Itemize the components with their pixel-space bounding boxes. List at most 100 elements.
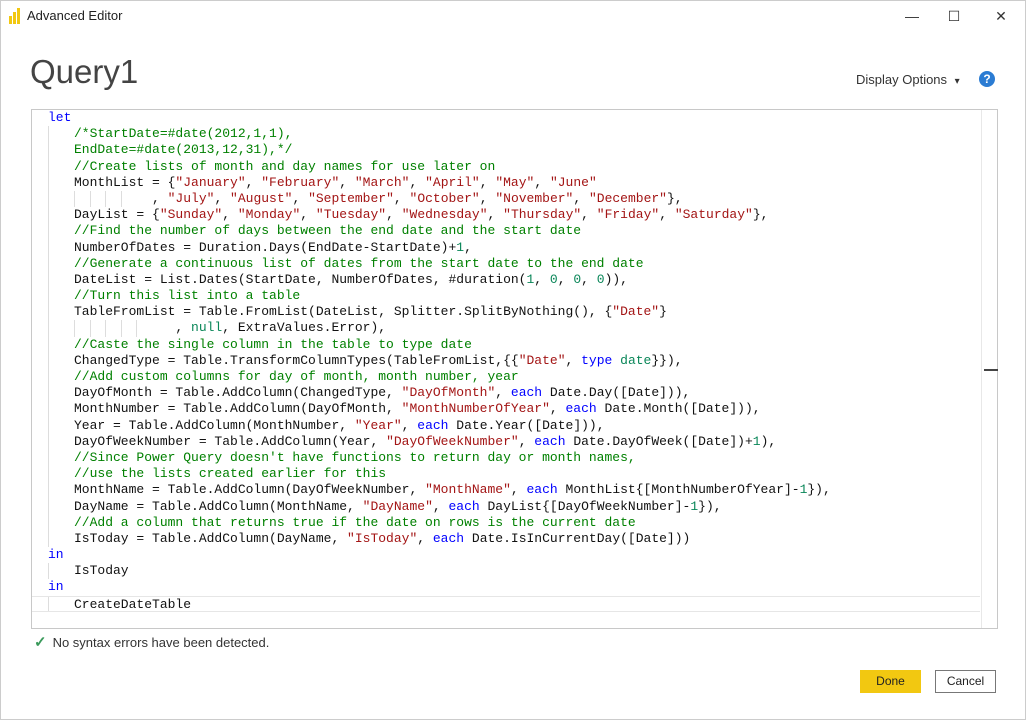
chevron-down-icon: ▾	[954, 76, 960, 87]
indent-guide	[48, 158, 49, 175]
code-token: //Add a column that returns true if the …	[74, 514, 636, 530]
code-line: NumberOfDates = Duration.Days(EndDate-St…	[32, 239, 980, 256]
indent-guide	[48, 223, 49, 240]
code-token: "August"	[230, 190, 293, 206]
code-token: DayOfWeekNumber = Table.AddColumn(Year,	[74, 433, 387, 449]
code-line: , null, ExtraValues.Error),	[32, 320, 980, 337]
code-token: MonthList = {	[74, 174, 176, 190]
code-token: //Turn this list into a table	[74, 288, 301, 304]
code-token: "November"	[495, 190, 574, 206]
code-token: in	[48, 547, 64, 563]
code-token: each	[526, 482, 558, 498]
display-options-label: Display Options	[856, 72, 948, 87]
code-token: let	[48, 110, 72, 125]
code-token: ,	[479, 174, 496, 190]
code-token: "Friday"	[596, 207, 660, 223]
power-bi-icon	[9, 8, 21, 24]
indent-guide	[89, 190, 91, 208]
code-token: DayOfMonth = Table.AddColumn(ChangedType…	[74, 385, 402, 401]
code-token: ,	[393, 190, 410, 206]
code-token: 1	[752, 433, 761, 449]
indent-guide	[48, 417, 49, 434]
indent-guide	[48, 288, 49, 305]
code-area[interactable]: let/*StartDate=#date(2012,1,1), EndDate=#…	[32, 110, 980, 612]
indent-guide	[48, 563, 49, 580]
code-token: "Year"	[354, 417, 402, 433]
code-token: DayList{[DayOfWeekNumber]-	[479, 498, 691, 514]
code-token: ,	[557, 271, 574, 287]
code-token: 1	[690, 498, 699, 514]
cancel-button[interactable]: Cancel	[935, 670, 996, 693]
code-token: , ExtraValues.Error),	[222, 320, 387, 336]
code-token: }),	[807, 482, 831, 498]
code-token: ))	[604, 271, 621, 287]
code-token: ,	[534, 174, 550, 190]
code-token: 0	[596, 271, 605, 287]
indent-guide	[48, 530, 49, 548]
code-token: "October"	[409, 190, 480, 206]
code-token: }}),	[651, 352, 683, 368]
code-token: Date.DayOfWeek([Date])+	[565, 433, 753, 449]
indent-guide	[48, 304, 49, 321]
minimize-button[interactable]: —	[889, 1, 935, 31]
code-line: MonthName = Table.AddColumn(DayOfWeekNum…	[32, 482, 980, 499]
checkmark-icon: ✓	[34, 634, 47, 651]
code-line: MonthNumber = Table.AddColumn(DayOfMonth…	[32, 401, 980, 418]
help-icon[interactable]: ?	[979, 71, 995, 87]
indent-guide	[48, 336, 49, 353]
code-token: ,	[510, 482, 527, 498]
maximize-button[interactable]: ☐	[931, 1, 977, 31]
indent-guide	[48, 320, 49, 337]
code-token: ,	[487, 207, 504, 223]
code-token: EndDate=#date(2013,12,31),*/	[74, 142, 293, 158]
code-token: ,	[573, 190, 589, 206]
code-token: ,	[401, 417, 418, 433]
code-token: ),	[760, 433, 777, 449]
done-button[interactable]: Done	[860, 670, 921, 693]
indent-guide	[48, 190, 49, 208]
code-token: ,	[386, 207, 402, 223]
code-token: TableFromList = Table.FromList(DateList,…	[74, 304, 613, 320]
code-token: ,	[222, 207, 238, 223]
code-editor[interactable]: let/*StartDate=#date(2012,1,1), EndDate=#…	[31, 109, 998, 629]
indent-guide	[105, 190, 107, 208]
code-token: Year = Table.AddColumn(MonthNumber,	[74, 417, 355, 433]
code-token: "June"	[549, 174, 597, 190]
close-button[interactable]: ✕	[978, 1, 1024, 31]
scroll-marker	[984, 369, 998, 371]
code-token: each	[534, 433, 566, 449]
code-line: //Find the number of days between the en…	[32, 223, 980, 240]
code-token: "DayOfMonth"	[401, 385, 496, 401]
code-token: "February"	[261, 174, 340, 190]
code-token: ,	[339, 174, 355, 190]
code-token: "Sunday"	[159, 207, 223, 223]
code-token: in	[48, 579, 64, 595]
title-bar: Advanced Editor — ☐ ✕	[1, 1, 1026, 31]
indent-guide	[74, 320, 75, 337]
code-line: DayOfWeekNumber = Table.AddColumn(Year, …	[32, 433, 980, 450]
code-token: ,	[432, 498, 449, 514]
indent-guide	[48, 596, 49, 611]
code-line: DayList = {"Sunday", "Monday", "Tuesday"…	[32, 207, 980, 224]
indent-guide	[48, 352, 49, 369]
code-line: in	[32, 579, 980, 595]
code-line: //Generate a continuous list of dates fr…	[32, 255, 980, 272]
code-line: Year = Table.AddColumn(MonthNumber, "Yea…	[32, 417, 980, 434]
display-options-dropdown[interactable]: Display Options ▾	[856, 72, 960, 87]
code-token: "Monday"	[237, 207, 301, 223]
code-line: CreateDateTable	[32, 595, 980, 612]
code-token: NumberOfDates = Duration.Days(EndDate-St…	[74, 239, 457, 255]
code-token: IsToday	[74, 563, 129, 579]
code-line: DayName = Table.AddColumn(MonthName, "Da…	[32, 498, 980, 515]
code-line: //Since Power Query doesn't have functio…	[32, 449, 980, 467]
code-line: IsToday = Table.AddColumn(DayName, "IsTo…	[32, 530, 980, 548]
code-token: ,	[300, 207, 316, 223]
code-line: DayOfMonth = Table.AddColumn(ChangedType…	[32, 385, 980, 402]
indent-guide	[48, 369, 49, 386]
code-token: //Create lists of month and day names fo…	[74, 158, 496, 174]
code-token: ,	[534, 271, 550, 287]
vertical-scrollbar[interactable]	[981, 110, 998, 628]
code-token: "Saturday"	[674, 207, 753, 223]
code-token: 1	[456, 239, 465, 255]
indent-guide	[120, 320, 122, 337]
